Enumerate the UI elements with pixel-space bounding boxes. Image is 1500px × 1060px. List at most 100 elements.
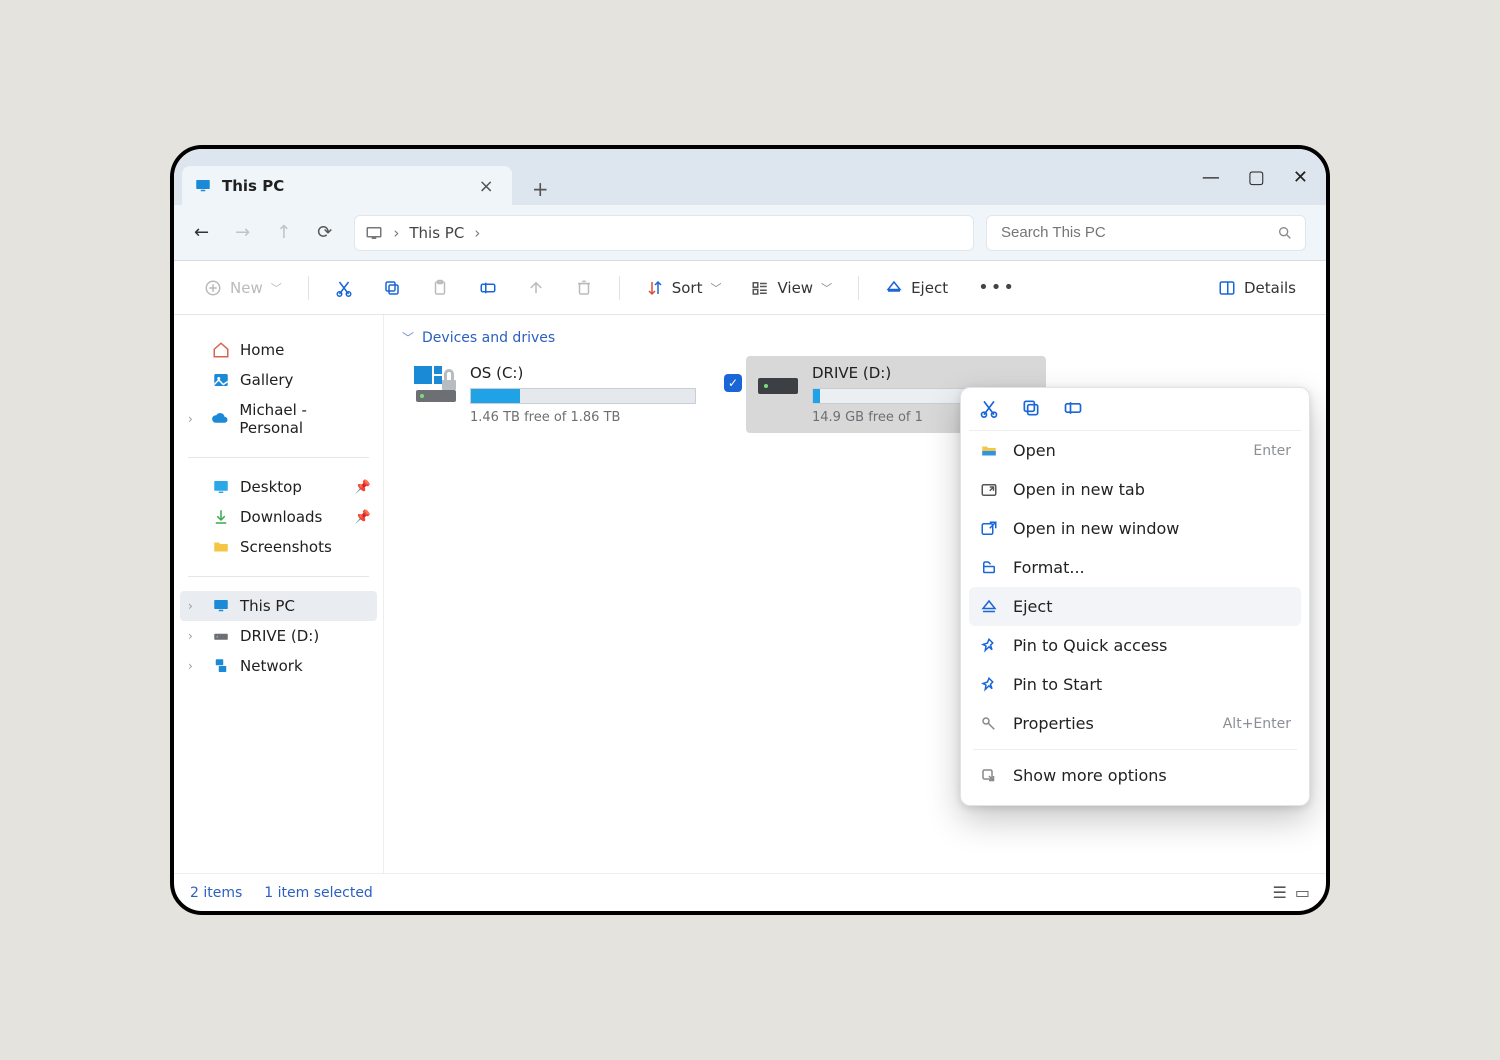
context-open-new-tab[interactable]: Open in new tab	[969, 470, 1301, 509]
selection-count: 1 item selected	[264, 885, 373, 901]
tab-close-button[interactable]: ×	[474, 176, 498, 197]
show-more-icon	[979, 767, 999, 785]
new-tab-button[interactable]: +	[524, 173, 556, 205]
cloud-icon	[211, 410, 229, 428]
copy-button[interactable]	[375, 273, 409, 303]
properties-icon	[979, 715, 999, 733]
desktop-icon	[212, 478, 230, 496]
tab-this-pc[interactable]: This PC ×	[182, 166, 512, 206]
chevron-right-icon: ›	[188, 659, 202, 673]
details-pane-button[interactable]: Details	[1210, 273, 1304, 303]
cut-button[interactable]	[327, 273, 361, 303]
breadcrumb[interactable]: › This PC ›	[354, 215, 974, 251]
sort-button[interactable]: Sort ﹀	[638, 273, 730, 303]
sidebar-item-network[interactable]: › Network	[180, 651, 377, 681]
pin-icon	[979, 637, 999, 655]
share-button[interactable]	[519, 273, 553, 303]
chevron-right-icon: ›	[393, 224, 399, 242]
sidebar-item-desktop[interactable]: Desktop 📌	[180, 472, 377, 502]
context-properties[interactable]: Properties Alt+Enter	[969, 704, 1301, 743]
sidebar-item-gallery[interactable]: Gallery	[180, 365, 377, 395]
tiles-view-button[interactable]: ▭	[1295, 883, 1310, 902]
pin-icon	[979, 676, 999, 694]
context-show-more[interactable]: Show more options	[969, 756, 1301, 795]
monitor-icon	[365, 224, 383, 242]
windows-drive-icon	[412, 364, 460, 404]
eject-button[interactable]: Eject	[877, 273, 956, 303]
drive-item-c[interactable]: OS (C:) 1.46 TB free of 1.86 TB	[404, 356, 704, 433]
list-view-button[interactable]: ☰	[1273, 883, 1287, 902]
toolbar: New ﹀ Sor	[174, 261, 1326, 315]
chevron-down-icon: ﹀	[402, 329, 414, 346]
gallery-icon	[212, 371, 230, 389]
sidebar-item-onedrive[interactable]: › Michael - Personal	[180, 395, 377, 443]
up-button[interactable]: ↑	[276, 222, 291, 243]
window-controls: — ▢ ✕	[1202, 149, 1326, 205]
close-window-button[interactable]: ✕	[1293, 167, 1308, 188]
chevron-down-icon: ﹀	[710, 280, 721, 296]
context-format[interactable]: Format...	[969, 548, 1301, 587]
search-box[interactable]	[986, 215, 1306, 251]
cut-icon[interactable]	[979, 398, 999, 422]
forward-button[interactable]: →	[235, 222, 250, 243]
sidebar-item-screenshots[interactable]: Screenshots	[180, 532, 377, 562]
storage-fill	[471, 389, 520, 403]
storage-fill	[813, 389, 820, 403]
context-pin-quick-access[interactable]: Pin to Quick access	[969, 626, 1301, 665]
group-heading[interactable]: ﹀ Devices and drives	[396, 329, 1314, 352]
selection-checkbox[interactable]: ✓	[724, 374, 742, 392]
context-menu: Open Enter Open in new tab Open in new	[960, 387, 1310, 806]
minimize-button[interactable]: —	[1202, 167, 1220, 188]
content-area: Home Gallery › Michael -	[174, 315, 1326, 873]
more-button[interactable]: •••	[970, 271, 1024, 304]
drive-icon	[212, 627, 230, 645]
paste-button[interactable]	[423, 273, 457, 303]
pin-icon: 📌	[355, 480, 371, 495]
drive-icon	[754, 364, 802, 404]
context-pin-start[interactable]: Pin to Start	[969, 665, 1301, 704]
drive-subtitle: 1.46 TB free of 1.86 TB	[470, 404, 696, 425]
folder-icon	[212, 538, 230, 556]
chevron-right-icon: ›	[188, 412, 201, 426]
network-icon	[212, 657, 230, 675]
monitor-icon	[212, 597, 230, 615]
refresh-button[interactable]: ⟳	[317, 222, 332, 243]
drive-name: DRIVE (D:)	[812, 364, 1038, 388]
tab-title: This PC	[222, 177, 284, 195]
drive-name: OS (C:)	[470, 364, 696, 388]
new-button[interactable]: New ﹀	[196, 273, 290, 303]
status-bar: 2 items 1 item selected ☰ ▭	[174, 873, 1326, 911]
back-button[interactable]: ←	[194, 222, 209, 243]
sidebar-item-downloads[interactable]: Downloads 📌	[180, 502, 377, 532]
search-icon	[1277, 225, 1293, 241]
chevron-right-icon: ›	[188, 629, 202, 643]
context-open[interactable]: Open Enter	[969, 431, 1301, 470]
maximize-button[interactable]: ▢	[1248, 167, 1265, 188]
breadcrumb-root: This PC	[409, 224, 464, 242]
downloads-icon	[212, 508, 230, 526]
navigation-row: ← → ↑ ⟳ › This PC ›	[174, 205, 1326, 261]
home-icon	[212, 341, 230, 359]
sidebar-item-this-pc[interactable]: › This PC	[180, 591, 377, 621]
chevron-down-icon: ﹀	[271, 280, 282, 296]
navigation-sidebar: Home Gallery › Michael -	[174, 315, 384, 873]
context-open-new-window[interactable]: Open in new window	[969, 509, 1301, 548]
rename-button[interactable]	[471, 273, 505, 303]
item-count: 2 items	[190, 885, 242, 901]
view-button[interactable]: View ﹀	[743, 273, 840, 303]
copy-icon[interactable]	[1021, 398, 1041, 422]
search-input[interactable]	[999, 223, 1277, 242]
pin-icon: 📌	[355, 510, 371, 525]
folder-icon	[979, 442, 999, 460]
monitor-icon	[194, 177, 212, 195]
context-eject[interactable]: Eject	[969, 587, 1301, 626]
open-tab-icon	[979, 481, 999, 499]
main-pane: ﹀ Devices and drives	[384, 315, 1326, 873]
rename-icon[interactable]	[1063, 398, 1083, 422]
sidebar-item-home[interactable]: Home	[180, 335, 377, 365]
format-icon	[979, 559, 999, 577]
chevron-down-icon: ﹀	[821, 280, 832, 296]
chevron-right-icon: ›	[188, 599, 202, 613]
delete-button[interactable]	[567, 273, 601, 303]
sidebar-item-drive-d[interactable]: › DRIVE (D:)	[180, 621, 377, 651]
